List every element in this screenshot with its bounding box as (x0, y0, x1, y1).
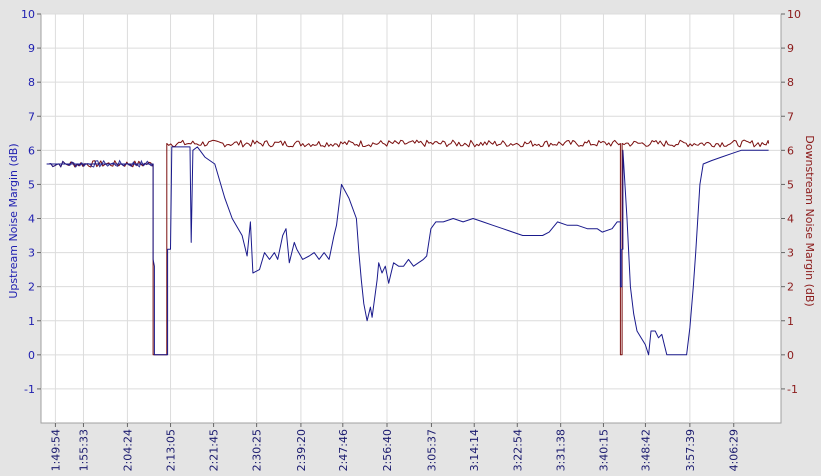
right-y-tick-label: 8 (787, 76, 794, 89)
x-tick-label: 13:48:42 (639, 429, 652, 472)
x-tick-label: 12:39:20 (295, 429, 308, 472)
left-y-tick-label: 8 (28, 76, 35, 89)
left-y-tick-label: 7 (28, 110, 35, 123)
noise-margin-chart: 11:49:54 11:55:33 12:04:24 12:13:05 12:21:45… (0, 0, 821, 476)
right-y-tick-label: 0 (787, 349, 794, 362)
x-tick-label: 12:13:05 (165, 429, 178, 472)
x-tick-label: 11:49:54 (49, 429, 62, 472)
x-tick-label: 12:21:45 (208, 429, 221, 472)
x-tick-label: 13:14:14 (468, 429, 481, 472)
x-tick-label: 12:04:24 (121, 429, 134, 472)
left-y-tick-label: 3 (28, 247, 35, 260)
x-tick-label: 11:55:33 (77, 429, 90, 472)
left-axis-title: Upstream Noise Margin (dB) (7, 143, 20, 298)
left-y-tick-label: 10 (21, 8, 35, 21)
right-y-tick-label: 6 (787, 144, 794, 157)
right-y-tick-label: 5 (787, 178, 794, 191)
x-tick-label: 13:57:39 (684, 429, 697, 472)
x-tick-label: 13:22:54 (511, 429, 524, 472)
left-y-tick-label: 4 (28, 213, 35, 226)
left-y-tick-label: 1 (28, 315, 35, 328)
right-y-tick-label: 3 (787, 247, 794, 260)
right-y-tick-label: 2 (787, 281, 794, 294)
x-tick-label: 14:06:29 (728, 429, 741, 472)
left-y-tick-label: 2 (28, 281, 35, 294)
x-tick-label: 13:05:37 (425, 429, 438, 472)
x-tick-label: 13:31:38 (555, 429, 568, 472)
x-tick-label: 12:30:25 (251, 429, 264, 472)
right-y-tick-label: 9 (787, 42, 794, 55)
left-y-tick-label: 5 (28, 178, 35, 191)
left-y-tick-label: -1 (24, 383, 35, 396)
right-y-tick-label: 1 (787, 315, 794, 328)
left-y-tick-label: 0 (28, 349, 35, 362)
right-y-tick-label: 7 (787, 110, 794, 123)
left-y-tick-label: 9 (28, 42, 35, 55)
left-y-tick-label: 6 (28, 144, 35, 157)
right-y-tick-label: 10 (787, 8, 801, 21)
x-tick-label: 12:47:46 (337, 429, 350, 472)
x-tick-label: 13:40:15 (597, 429, 610, 472)
right-axis-title: Downstream Noise Margin (dB) (803, 135, 816, 306)
x-tick-label: 12:56:40 (381, 429, 394, 472)
right-y-tick-label: 4 (787, 213, 794, 226)
right-y-tick-label: -1 (787, 383, 798, 396)
chart-svg: 11:49:54 11:55:33 12:04:24 12:13:05 12:21:45… (0, 0, 821, 476)
